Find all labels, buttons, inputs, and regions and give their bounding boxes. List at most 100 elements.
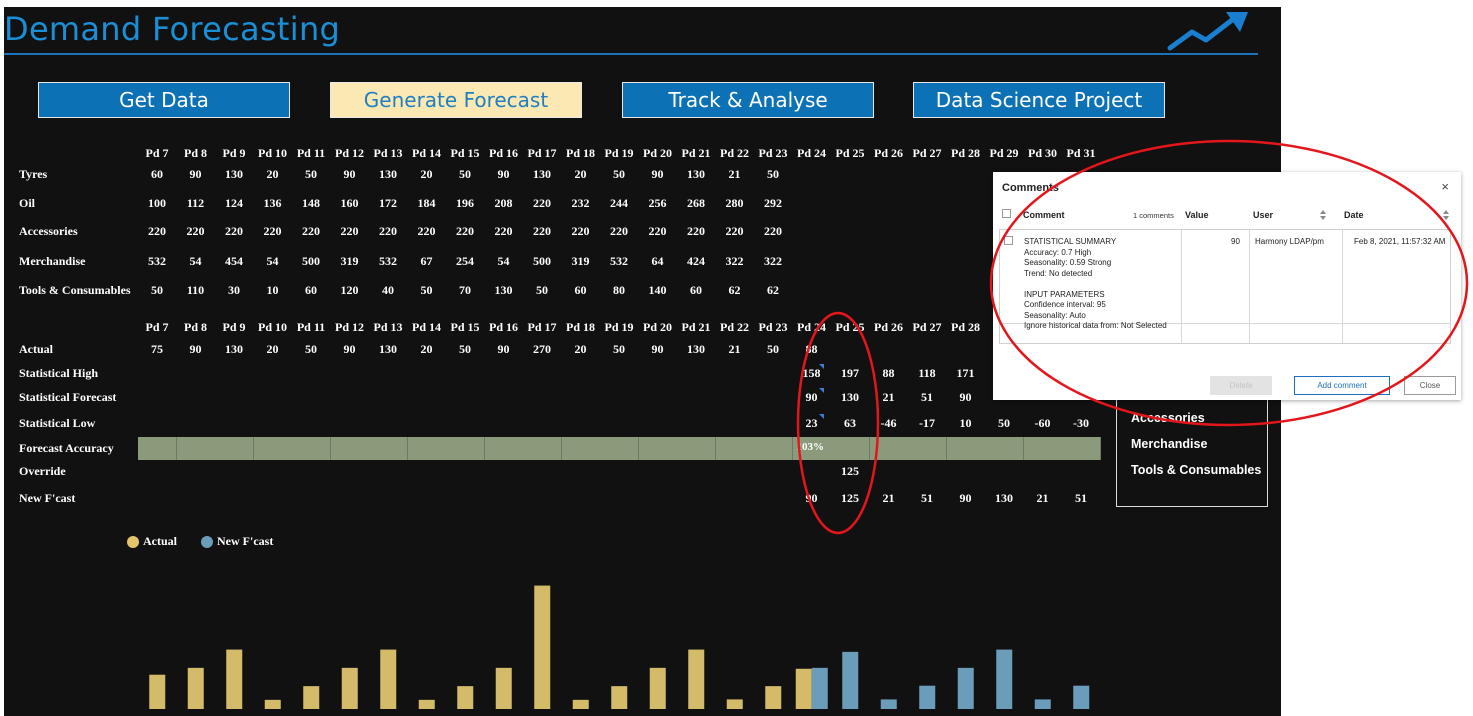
grid-cell[interactable]: 220: [485, 224, 523, 239]
grid-cell[interactable]: 125: [831, 491, 869, 506]
grid-cell[interactable]: 10: [254, 283, 292, 298]
grid-cell[interactable]: 50: [754, 167, 792, 182]
grid-cell[interactable]: 50: [138, 283, 176, 298]
grid-cell[interactable]: 220: [716, 224, 754, 239]
grid-cell[interactable]: -30: [1062, 416, 1100, 431]
grid-cell[interactable]: 220: [562, 224, 600, 239]
grid-cell[interactable]: 20: [408, 167, 446, 182]
grid-cell[interactable]: 30: [215, 283, 253, 298]
comment-marker-icon[interactable]: [818, 388, 824, 393]
grid-cell[interactable]: -60: [1024, 416, 1062, 431]
grid-cell[interactable]: 220: [677, 224, 715, 239]
grid-cell[interactable]: 220: [408, 224, 446, 239]
comment-marker-icon[interactable]: [818, 414, 824, 419]
row-checkbox[interactable]: [1004, 236, 1013, 245]
grid-cell[interactable]: 54: [254, 254, 292, 269]
grid-cell[interactable]: 220: [369, 224, 407, 239]
grid-cell[interactable]: 20: [408, 342, 446, 357]
grid-cell[interactable]: -17: [908, 416, 946, 431]
grid-cell[interactable]: 63: [831, 416, 869, 431]
grid-cell[interactable]: 136: [254, 196, 292, 211]
grid-cell[interactable]: 90: [793, 390, 831, 405]
grid-cell[interactable]: 220: [754, 224, 792, 239]
grid-cell[interactable]: 50: [523, 283, 561, 298]
grid-cell[interactable]: 100: [138, 196, 176, 211]
grid-cell[interactable]: 270: [523, 342, 561, 357]
grid-cell[interactable]: 75: [138, 342, 176, 357]
grid-cell[interactable]: 197: [831, 366, 869, 381]
grid-cell[interactable]: 148: [292, 196, 330, 211]
grid-cell[interactable]: 268: [677, 196, 715, 211]
grid-cell[interactable]: 319: [331, 254, 369, 269]
grid-cell[interactable]: 112: [177, 196, 215, 211]
dropdown-item[interactable]: Merchandise: [1131, 437, 1207, 451]
grid-cell[interactable]: 50: [600, 342, 638, 357]
grid-cell[interactable]: 54: [177, 254, 215, 269]
grid-cell[interactable]: 130: [215, 342, 253, 357]
grid-cell[interactable]: 160: [331, 196, 369, 211]
grid-cell[interactable]: 196: [446, 196, 484, 211]
grid-cell[interactable]: 51: [908, 390, 946, 405]
grid-cell[interactable]: 220: [446, 224, 484, 239]
grid-cell[interactable]: 21: [716, 342, 754, 357]
grid-cell[interactable]: 220: [523, 196, 561, 211]
grid-cell[interactable]: 500: [523, 254, 561, 269]
grid-cell[interactable]: 110: [177, 283, 215, 298]
grid-cell[interactable]: 292: [754, 196, 792, 211]
nav-button-get-data[interactable]: Get Data: [38, 82, 290, 118]
header-user[interactable]: User: [1253, 210, 1273, 220]
grid-cell[interactable]: 60: [138, 167, 176, 182]
grid-cell[interactable]: 50: [754, 342, 792, 357]
grid-cell[interactable]: 220: [331, 224, 369, 239]
grid-cell[interactable]: 158: [793, 366, 831, 381]
nav-button-data-science-project[interactable]: Data Science Project: [913, 82, 1165, 118]
grid-cell[interactable]: 220: [639, 224, 677, 239]
grid-cell[interactable]: 90: [485, 167, 523, 182]
grid-cell[interactable]: 220: [138, 224, 176, 239]
grid-cell[interactable]: 21: [870, 491, 908, 506]
select-all-checkbox[interactable]: [1002, 209, 1011, 218]
grid-cell[interactable]: 130: [677, 167, 715, 182]
grid-cell[interactable]: 90: [177, 167, 215, 182]
grid-cell[interactable]: 21: [716, 167, 754, 182]
grid-cell[interactable]: 88: [793, 342, 831, 357]
grid-cell[interactable]: 532: [138, 254, 176, 269]
grid-cell[interactable]: 54: [485, 254, 523, 269]
grid-cell[interactable]: 124: [215, 196, 253, 211]
grid-cell[interactable]: 171: [947, 366, 985, 381]
grid-cell[interactable]: 64: [639, 254, 677, 269]
grid-cell[interactable]: 90: [947, 390, 985, 405]
grid-cell[interactable]: 130: [369, 342, 407, 357]
grid-cell[interactable]: 21: [870, 390, 908, 405]
grid-cell[interactable]: 140: [639, 283, 677, 298]
grid-cell[interactable]: 51: [908, 491, 946, 506]
grid-cell[interactable]: 90: [639, 167, 677, 182]
grid-cell[interactable]: 244: [600, 196, 638, 211]
grid-cell[interactable]: 125: [831, 464, 869, 479]
grid-cell[interactable]: 20: [254, 167, 292, 182]
grid-cell[interactable]: 130: [523, 167, 561, 182]
nav-button-generate-forecast[interactable]: Generate Forecast: [330, 82, 582, 118]
grid-cell[interactable]: 10: [947, 416, 985, 431]
grid-cell[interactable]: 322: [716, 254, 754, 269]
header-date[interactable]: Date: [1344, 210, 1364, 220]
category-dropdown[interactable]: Accessories Merchandise Tools & Consumable…: [1116, 394, 1268, 507]
grid-cell[interactable]: 532: [600, 254, 638, 269]
grid-cell[interactable]: 220: [215, 224, 253, 239]
grid-cell[interactable]: 220: [600, 224, 638, 239]
grid-cell[interactable]: 88: [870, 366, 908, 381]
grid-cell[interactable]: 130: [369, 167, 407, 182]
grid-cell[interactable]: 172: [369, 196, 407, 211]
grid-cell[interactable]: 62: [716, 283, 754, 298]
grid-cell[interactable]: 62: [754, 283, 792, 298]
grid-cell[interactable]: 254: [446, 254, 484, 269]
grid-cell[interactable]: 220: [254, 224, 292, 239]
grid-cell[interactable]: 220: [177, 224, 215, 239]
header-value[interactable]: Value: [1185, 210, 1209, 220]
grid-cell[interactable]: 184: [408, 196, 446, 211]
grid-cell[interactable]: 51: [1062, 491, 1100, 506]
dropdown-item[interactable]: Tools & Consumables: [1131, 463, 1261, 477]
grid-cell[interactable]: 130: [215, 167, 253, 182]
grid-cell[interactable]: 322: [754, 254, 792, 269]
grid-cell[interactable]: 60: [292, 283, 330, 298]
